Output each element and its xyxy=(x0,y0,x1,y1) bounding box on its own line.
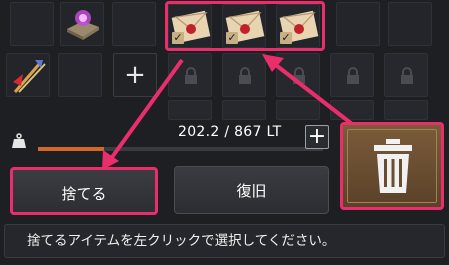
increase-weight-button[interactable]: + xyxy=(305,125,329,149)
lock-icon xyxy=(185,67,197,84)
locked-slot xyxy=(330,53,374,97)
inventory-slot-empty[interactable] xyxy=(112,2,156,46)
trash-icon xyxy=(374,139,412,193)
locked-slot xyxy=(168,53,212,97)
expand-slot-button[interactable]: + xyxy=(113,53,157,97)
weight-bar xyxy=(38,147,323,151)
weight-bar-fill xyxy=(38,147,105,151)
lock-icon xyxy=(401,67,413,84)
restore-button[interactable]: 復旧 xyxy=(174,166,329,214)
instruction-message: 捨てるアイテムを左クリックで選択してください。 xyxy=(4,224,445,258)
lock-icon xyxy=(239,67,251,84)
inventory-discard-panel: ✓ ✓ ✓ + 202.2 / 867 LT + 捨てる 復旧 捨てるアイテムを… xyxy=(0,0,449,265)
weight-icon xyxy=(12,133,26,148)
locked-slot xyxy=(222,100,266,120)
inventory-slot-empty[interactable] xyxy=(336,2,380,46)
selected-items-highlight xyxy=(165,1,325,51)
trash-button[interactable] xyxy=(340,122,444,210)
inventory-slot-empty[interactable] xyxy=(58,53,102,97)
locked-slot xyxy=(384,100,428,120)
magic-book-icon xyxy=(67,10,99,40)
arrows-icon xyxy=(13,60,46,93)
locked-slot xyxy=(168,100,212,120)
locked-slot xyxy=(222,53,266,97)
inventory-slot-empty[interactable] xyxy=(10,2,54,46)
inventory-slot-empty[interactable] xyxy=(388,2,432,46)
locked-slot xyxy=(330,100,374,120)
weight-readout: 202.2 / 867 LT xyxy=(178,124,282,140)
lock-icon xyxy=(293,67,305,84)
inventory-slot-item[interactable] xyxy=(6,53,50,97)
inventory-slot-item[interactable] xyxy=(60,2,104,46)
lock-icon xyxy=(347,67,359,84)
locked-slot xyxy=(276,53,320,97)
locked-slot xyxy=(276,100,320,120)
locked-slot xyxy=(384,53,428,97)
discard-button[interactable]: 捨てる xyxy=(10,167,158,215)
